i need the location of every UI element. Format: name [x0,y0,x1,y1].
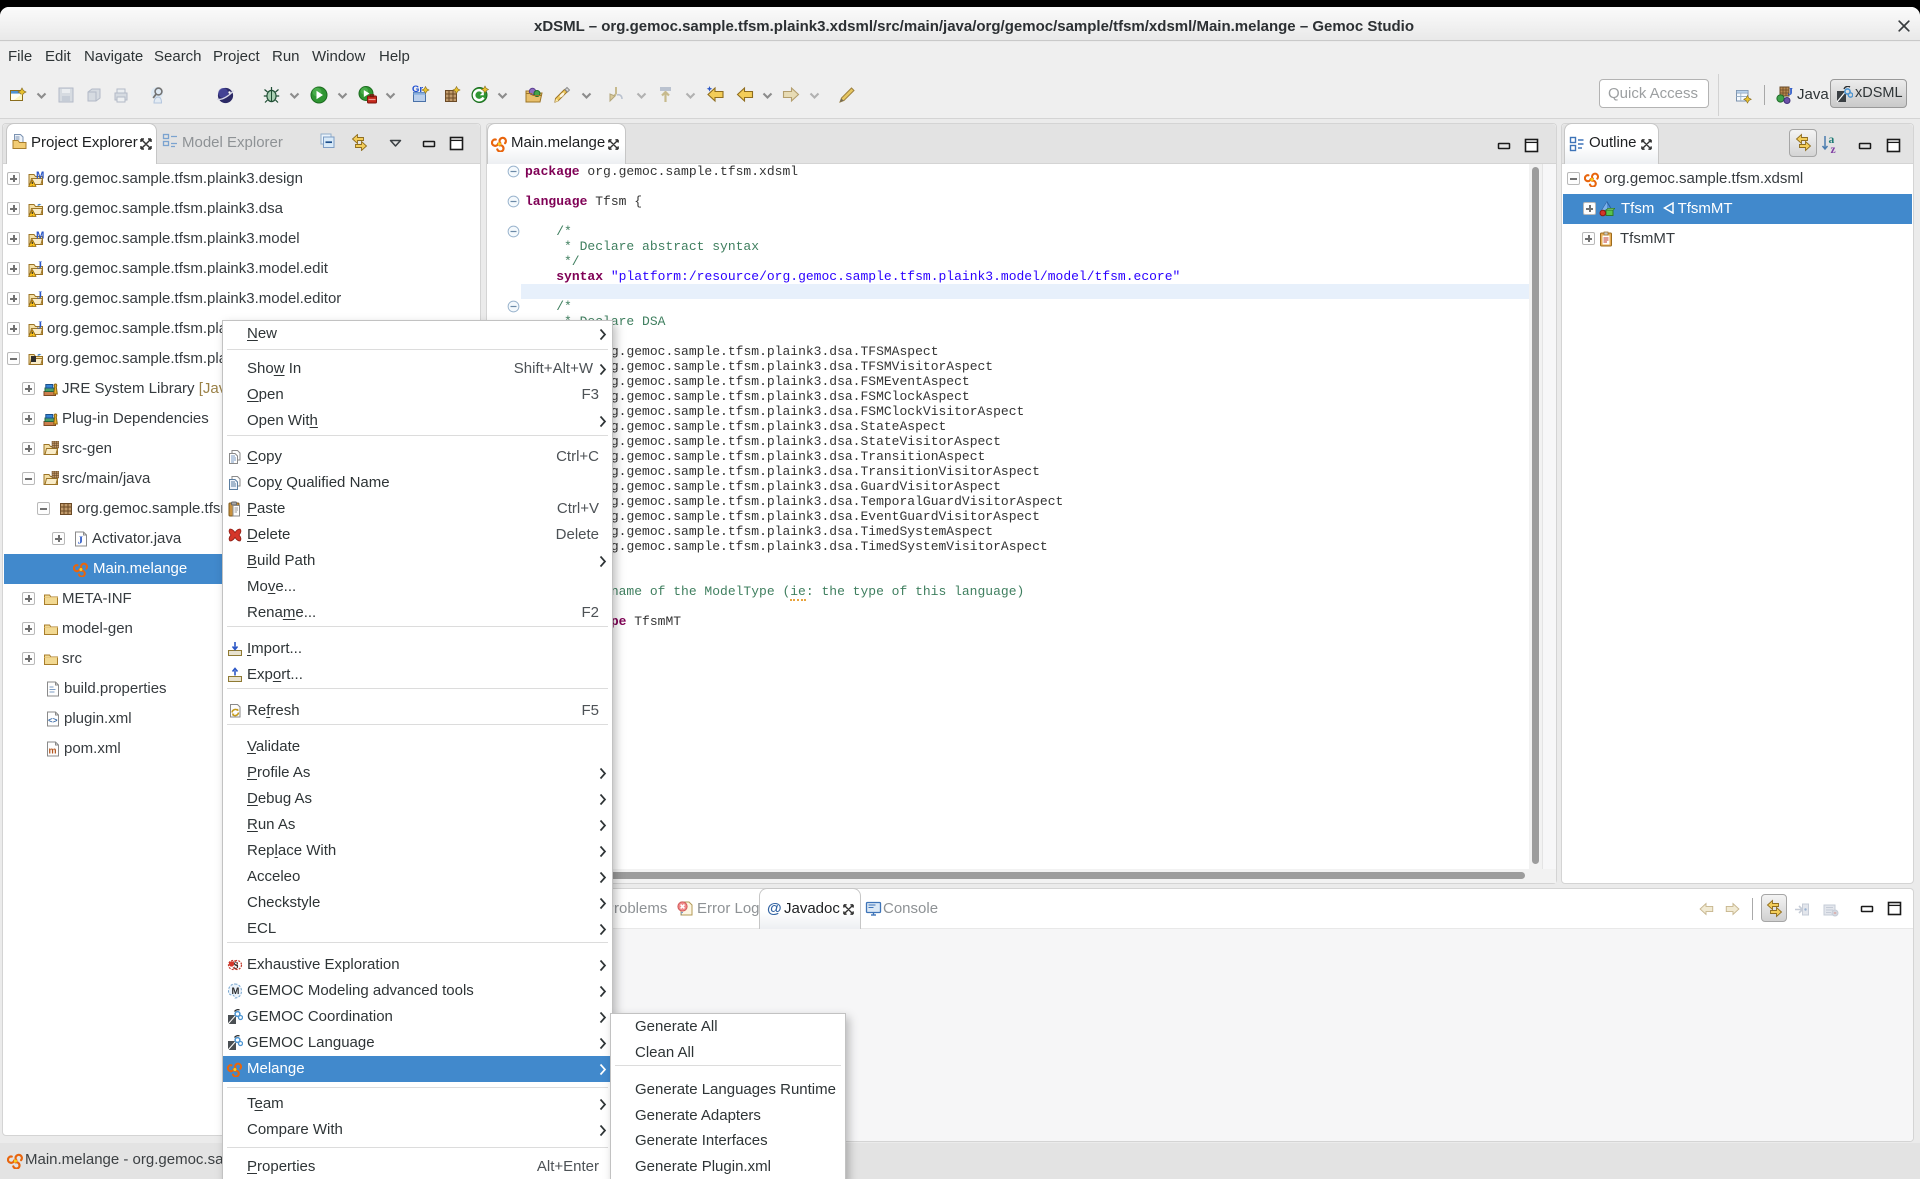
svg-text:J: J [78,535,84,547]
svg-text:M: M [36,231,44,242]
svg-text:J: J [37,321,42,332]
svg-text:z: z [1831,144,1836,155]
svg-text:J: J [37,291,42,302]
svg-text:<>: <> [48,717,58,726]
svg-text:J: J [1788,86,1794,98]
svg-text:J: J [37,261,42,272]
svg-text:m: m [49,746,57,756]
svg-text:S: S [234,961,239,971]
svg-text:M: M [36,171,44,182]
svg-text:M: M [232,986,240,997]
